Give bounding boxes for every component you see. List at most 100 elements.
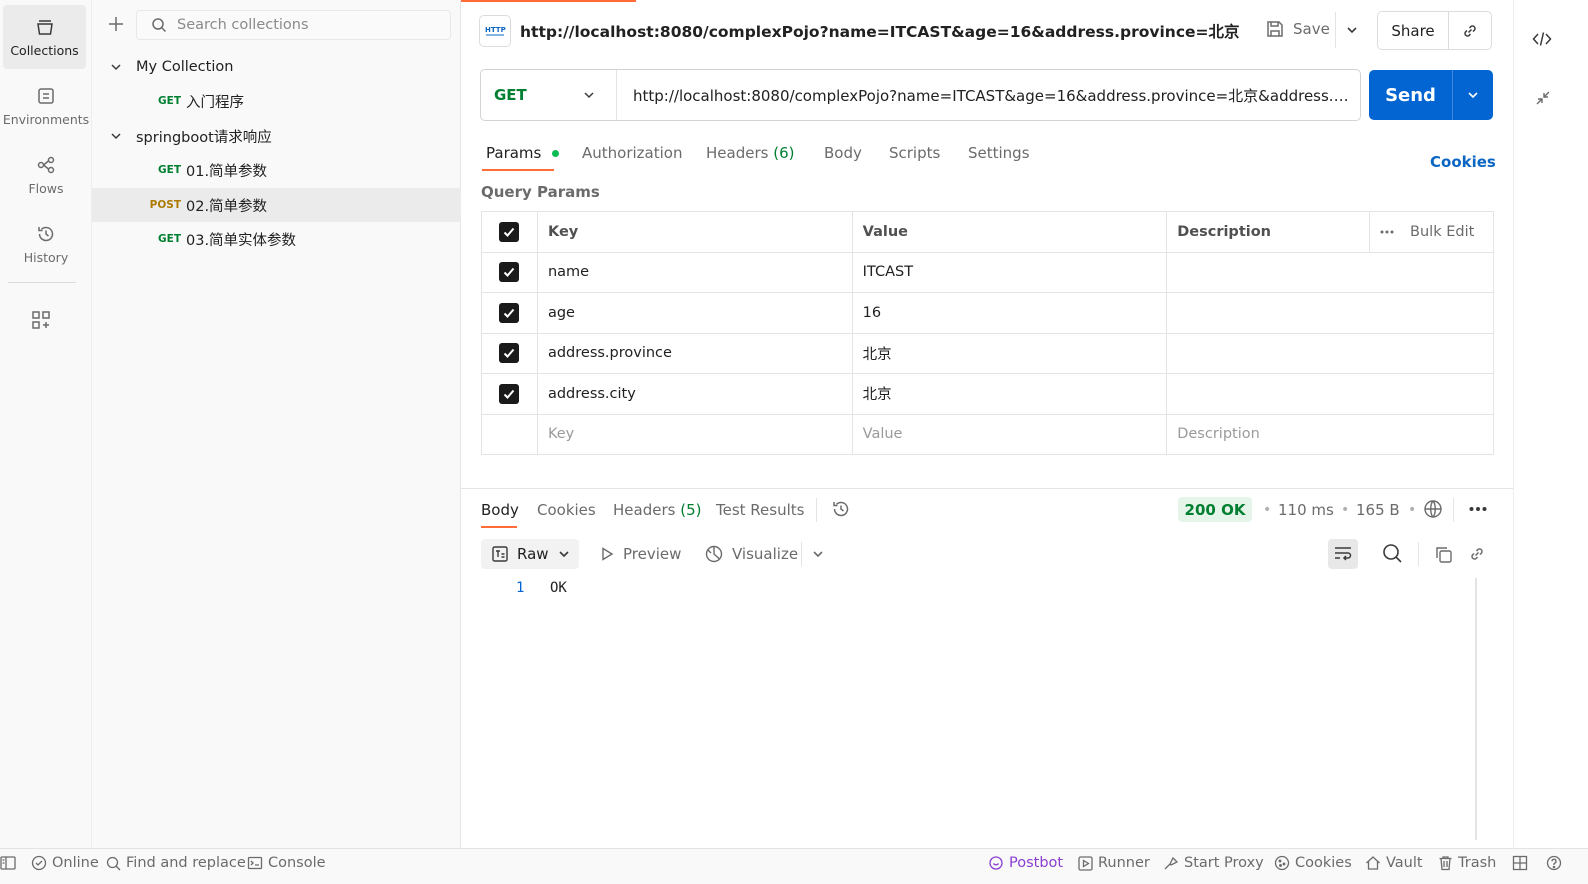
globe-icon (1423, 499, 1443, 519)
response-tab-cookies[interactable]: Cookies (537, 501, 596, 519)
format-select[interactable]: Raw (481, 539, 579, 569)
separator-dot: • (1263, 502, 1272, 518)
code-snippet-button[interactable] (1532, 30, 1552, 48)
param-key[interactable]: name (536, 251, 853, 293)
cookies-label: Cookies (1295, 855, 1352, 871)
tree-request-02[interactable]: POST 02.简单参数 (92, 188, 461, 222)
response-headers-count: (5) (680, 501, 702, 519)
rail-history[interactable]: History (3, 212, 89, 276)
send-button[interactable]: Send (1369, 70, 1452, 120)
chevron-down-icon (109, 60, 123, 74)
param-key[interactable]: address.province (536, 332, 853, 374)
plus-icon (106, 14, 126, 34)
param-value[interactable]: 16 (851, 292, 1168, 334)
row-checkbox[interactable] (499, 383, 520, 404)
tree-request-rumen[interactable]: GET 入门程序 (92, 84, 461, 118)
save-button[interactable]: Save (1265, 19, 1330, 39)
tree-request-01[interactable]: GET 01.简单参数 (92, 153, 461, 187)
param-value[interactable]: 北京 (851, 373, 1168, 415)
tab-settings[interactable]: Settings (968, 144, 1030, 162)
help-button[interactable] (1546, 855, 1562, 871)
save-options-button[interactable] (1335, 12, 1367, 48)
response-body-text[interactable]: OK (550, 580, 567, 596)
link-icon (1468, 545, 1486, 563)
status-badge[interactable]: 200 OK (1178, 497, 1252, 522)
response-tab-headers[interactable]: Headers (5) (613, 501, 701, 519)
start-proxy-button[interactable]: Start Proxy (1163, 855, 1264, 871)
layout-toggle-button[interactable] (1512, 855, 1528, 871)
tab-authorization[interactable]: Authorization (582, 144, 682, 162)
param-description[interactable] (1166, 373, 1494, 415)
new-description-input[interactable]: Description (1166, 413, 1494, 455)
select-all-checkbox[interactable] (499, 221, 520, 242)
share-button[interactable]: Share (1378, 12, 1449, 49)
new-key-input[interactable]: Key (536, 413, 853, 455)
send-options-button[interactable] (1452, 70, 1493, 120)
new-value-input[interactable]: Value (851, 413, 1168, 455)
copy-link-button[interactable] (1449, 12, 1491, 49)
footer-cookies-button[interactable]: Cookies (1274, 855, 1352, 871)
response-tab-body[interactable]: Body (481, 501, 519, 519)
chevron-down-icon (557, 547, 571, 561)
url-input[interactable]: http://localhost:8080/complexPojo?name=I… (617, 85, 1360, 106)
query-params-table: Key Value Description Bulk Edit name ITC… (481, 211, 1494, 455)
new-collection-button[interactable] (106, 14, 126, 34)
vault-button[interactable]: Vault (1365, 855, 1423, 871)
param-description[interactable] (1166, 251, 1494, 293)
check-circle-icon (31, 855, 47, 871)
rail-environments[interactable]: Environments (3, 74, 89, 138)
request-title[interactable]: http://localhost:8080/complexPojo?name=I… (520, 20, 1240, 42)
wrap-lines-button[interactable] (1328, 539, 1358, 569)
bulk-edit-button[interactable]: Bulk Edit (1410, 224, 1474, 240)
cookies-link[interactable]: Cookies (1430, 153, 1496, 171)
param-key[interactable]: address.city (536, 373, 853, 415)
visualize-options-button[interactable] (811, 547, 825, 561)
rail-collections[interactable]: Collections (3, 5, 86, 69)
response-tab-test-results[interactable]: Test Results (716, 501, 804, 519)
visualize-button[interactable]: Visualize (704, 544, 798, 564)
postbot-button[interactable]: Postbot (988, 855, 1063, 871)
online-status[interactable]: Online (31, 855, 99, 871)
preview-button[interactable]: Preview (599, 545, 681, 563)
param-key[interactable]: age (536, 292, 853, 334)
rail-flows[interactable]: Flows (3, 143, 89, 207)
collapse-panel-button[interactable] (1534, 89, 1552, 107)
more-options-icon[interactable] (1380, 229, 1394, 235)
response-history-button[interactable] (831, 499, 851, 519)
find-replace-button[interactable]: Find and replace (106, 855, 246, 871)
runner-button[interactable]: Runner (1078, 855, 1150, 871)
method-select[interactable]: GET (481, 70, 617, 120)
toggle-sidebar-button[interactable] (0, 855, 16, 871)
trash-button[interactable]: Trash (1438, 855, 1496, 871)
tab-body[interactable]: Body (824, 144, 862, 162)
tab-scripts[interactable]: Scripts (889, 144, 940, 162)
copy-response-button[interactable] (1434, 545, 1453, 564)
search-collections-input[interactable]: Search collections (136, 10, 451, 40)
tree-label: 02.简单参数 (186, 198, 268, 215)
tree-request-03[interactable]: GET 03.简单实体参数 (92, 222, 461, 256)
tab-params[interactable]: Params (486, 144, 560, 162)
response-scrollbar[interactable] (1475, 578, 1477, 840)
tree-collection-my-collection[interactable]: My Collection (92, 50, 461, 84)
link-icon (1461, 22, 1479, 40)
tree-collection-springboot[interactable]: springboot请求响应 (92, 119, 461, 153)
row-checkbox[interactable] (499, 262, 520, 283)
response-divider[interactable] (461, 488, 1513, 489)
param-description[interactable] (1166, 332, 1494, 374)
param-description[interactable] (1166, 292, 1494, 334)
row-checkbox[interactable] (499, 343, 520, 364)
rail-history-label: History (23, 249, 69, 265)
configure-workbench-button[interactable] (31, 310, 51, 330)
response-size[interactable]: 165 B (1356, 501, 1400, 519)
link-response-button[interactable] (1468, 545, 1486, 563)
tab-headers[interactable]: Headers (6) (706, 144, 794, 162)
network-info-button[interactable] (1423, 499, 1443, 519)
console-button[interactable]: Console (247, 855, 326, 871)
param-value[interactable]: ITCAST (851, 251, 1168, 293)
param-value[interactable]: 北京 (851, 332, 1168, 374)
search-response-button[interactable] (1382, 543, 1403, 564)
response-more-button[interactable] (1469, 506, 1487, 512)
response-time[interactable]: 110 ms (1278, 501, 1334, 519)
search-icon (1382, 543, 1403, 564)
row-checkbox[interactable] (499, 302, 520, 323)
